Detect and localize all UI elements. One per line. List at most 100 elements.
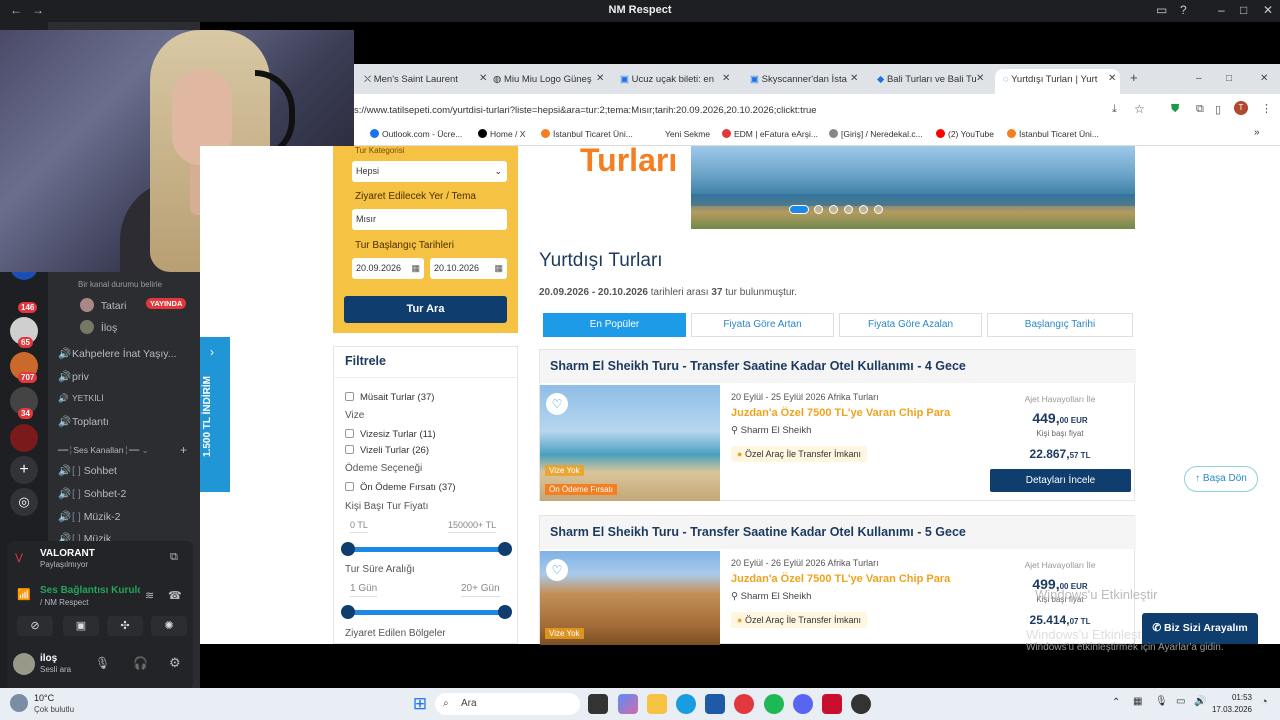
camera-off-icon[interactable]: ⊘ xyxy=(17,616,53,636)
maximize-icon[interactable]: □ xyxy=(1240,3,1247,17)
sort-most-popular[interactable]: En Popüler xyxy=(543,313,686,337)
browser-tab[interactable]: ▣ Ucuz uçak bileti: en xyxy=(612,69,732,94)
tour-promo[interactable]: Juzdan'a Özel 7500 TL'ye Varan Chip Para xyxy=(731,407,950,419)
carousel-dot[interactable] xyxy=(859,205,868,214)
carousel-dot[interactable] xyxy=(814,205,823,214)
tray-mic-icon[interactable]: 🎙 xyxy=(1155,696,1168,707)
channel-item[interactable]: 🔊[ ] Sohbet xyxy=(58,464,117,477)
call-me-button[interactable]: ✆ Biz Sizi Arayalım xyxy=(1142,613,1258,644)
soundboard-icon[interactable]: ✺ xyxy=(151,616,187,636)
duration-slider[interactable] xyxy=(341,605,512,619)
available-tours-checkbox[interactable]: Müsait Turlar (37) xyxy=(345,392,434,403)
bookmark-item[interactable]: [Giriş] / Neredekal.c... xyxy=(829,129,923,139)
file-explorer-icon[interactable] xyxy=(647,694,667,714)
volume-icon[interactable]: 🔊 xyxy=(1194,696,1206,707)
taskbar-search[interactable]: ⌕ Ara xyxy=(435,693,580,715)
channel-item[interactable]: 🔊[ ] Sohbet-2 xyxy=(58,487,126,500)
help-icon[interactable]: ? xyxy=(1180,3,1187,17)
carousel-dot[interactable] xyxy=(874,205,883,214)
taskview-icon[interactable] xyxy=(588,694,608,714)
tab-close-icon[interactable]: ✕ xyxy=(1108,73,1116,84)
mic-icon[interactable]: 🎙 xyxy=(95,656,110,670)
tray-app-icon[interactable]: ▦ xyxy=(1133,696,1142,707)
sort-price-desc[interactable]: Fiyata Göre Azalan xyxy=(839,313,982,337)
channel-item[interactable]: 🔊 YETKİLİ xyxy=(58,393,104,404)
window-close-icon[interactable]: ✕ xyxy=(1260,73,1268,84)
bookmark-item[interactable]: Home / X xyxy=(478,129,525,139)
headphones-icon[interactable]: 🎧 xyxy=(133,656,148,670)
tour-title[interactable]: Sharm El Sheikh Turu - Transfer Saatine … xyxy=(540,350,1136,383)
valorant-icon[interactable] xyxy=(822,694,842,714)
slider-handle-max[interactable] xyxy=(498,605,512,619)
heart-icon[interactable]: ♡ xyxy=(546,393,568,415)
edge-icon[interactable] xyxy=(676,694,696,714)
channel-item[interactable]: 🔊priv xyxy=(58,370,89,383)
share-icon[interactable]: ⧉ xyxy=(170,551,178,564)
add-channel-icon[interactable]: + xyxy=(180,443,187,457)
start-date-input[interactable]: 20.09.2026 ▦ xyxy=(352,258,424,279)
details-button[interactable]: Detayları İncele xyxy=(990,469,1131,492)
visa-required-checkbox[interactable]: Vizeli Turlar (26) xyxy=(345,445,429,456)
copilot-icon[interactable] xyxy=(618,694,638,714)
settings-gear-icon[interactable]: ⚙ xyxy=(169,655,181,671)
category-select[interactable]: Hepsi ⌄ xyxy=(352,161,507,182)
bookmark-star-icon[interactable]: ☆ xyxy=(1134,102,1145,116)
voice-member[interactable]: Tatari YAYINDA xyxy=(80,298,187,312)
category-header[interactable]: ━━╎Ses Kanalları╎━━ ⌄ + xyxy=(58,443,187,457)
profile-avatar[interactable]: T xyxy=(1234,101,1248,115)
menu-icon[interactable]: ⋮ xyxy=(1261,102,1272,115)
screen-share-icon[interactable]: ▣ xyxy=(63,616,99,636)
discord-icon[interactable] xyxy=(793,694,813,714)
noise-icon[interactable]: ≋ xyxy=(145,589,154,602)
discount-side-tab[interactable]: › 1.500 TL İNDİRİM xyxy=(200,337,230,492)
carousel-dot[interactable] xyxy=(829,205,838,214)
notification-icon[interactable]: ◔ xyxy=(1261,696,1268,708)
channel-item[interactable]: 🔊[ ] Müzik-2 xyxy=(58,510,120,523)
store-icon[interactable] xyxy=(705,694,725,714)
new-tab-icon[interactable]: + xyxy=(1130,70,1138,85)
clock-time[interactable]: 01:53 xyxy=(1212,693,1252,702)
end-date-input[interactable]: 20.10.2026 ▦ xyxy=(430,258,507,279)
sort-price-asc[interactable]: Fiyata Göre Artan xyxy=(691,313,834,337)
install-icon[interactable]: ⤓ xyxy=(1112,103,1117,116)
weather-icon[interactable] xyxy=(10,694,28,712)
prepayment-checkbox[interactable]: Ön Ödeme Fırsatı (37) xyxy=(345,482,456,493)
activities-icon[interactable]: ✣ xyxy=(107,616,143,636)
hero-banner[interactable] xyxy=(691,146,1135,229)
slider-handle-min[interactable] xyxy=(341,605,355,619)
extensions-icon[interactable]: ⧉ xyxy=(1196,103,1204,116)
tab-close-icon[interactable]: ✕ xyxy=(976,73,984,84)
clock-date[interactable]: 17.03.2026 xyxy=(1206,705,1252,714)
opera-icon[interactable] xyxy=(734,694,754,714)
bookmark-item[interactable]: Outlook.com - Ücre... xyxy=(370,129,462,139)
bookmark-item[interactable]: İstanbul Ticaret Üni... xyxy=(541,129,633,139)
status-prompt[interactable]: Bir kanal durumu belirle xyxy=(78,280,162,289)
shield-icon[interactable]: ⛊ xyxy=(1171,103,1179,116)
tour-search-button[interactable]: Tur Ara xyxy=(344,296,507,323)
chrome-icon[interactable] xyxy=(851,694,871,714)
bookmark-item[interactable]: EDM | eFatura eArşi... xyxy=(722,129,818,139)
close-icon[interactable]: ✕ xyxy=(1263,3,1273,17)
heart-icon[interactable]: ♡ xyxy=(546,559,568,581)
disconnect-icon[interactable]: ☎ xyxy=(168,589,182,602)
url-input[interactable]: s://www.tatilsepeti.com/yurtdisi-turlari… xyxy=(354,100,1094,121)
window-minimize-icon[interactable]: – xyxy=(1196,73,1202,84)
place-input[interactable]: Mısır xyxy=(352,209,507,230)
network-icon[interactable]: ▭ xyxy=(1176,696,1185,707)
sidebar-icon[interactable]: ▯ xyxy=(1215,103,1221,116)
tray-chevron-icon[interactable]: ⌃ xyxy=(1112,697,1120,708)
price-slider[interactable] xyxy=(341,542,512,556)
avatar[interactable] xyxy=(13,653,35,675)
tour-image[interactable]: ♡ Vize Yok xyxy=(540,551,720,645)
sort-start-date[interactable]: Başlangıç Tarihi xyxy=(987,313,1133,337)
more-bookmarks-icon[interactable]: » xyxy=(1254,127,1260,138)
carousel-dot[interactable] xyxy=(844,205,853,214)
carousel-dot-active[interactable] xyxy=(789,205,809,214)
browser-tab[interactable]: ◍ Miu Miu Logo Güneş xyxy=(485,69,605,94)
channel-item[interactable]: 🔊Toplantı xyxy=(58,415,109,428)
window-restore-icon[interactable]: □ xyxy=(1226,73,1232,84)
inbox-icon[interactable]: ▭ xyxy=(1156,3,1167,17)
tour-promo[interactable]: Juzdan'a Özel 7500 TL'ye Varan Chip Para xyxy=(731,573,950,585)
spotify-icon[interactable] xyxy=(764,694,784,714)
discover-icon[interactable]: ◎ xyxy=(10,488,38,516)
